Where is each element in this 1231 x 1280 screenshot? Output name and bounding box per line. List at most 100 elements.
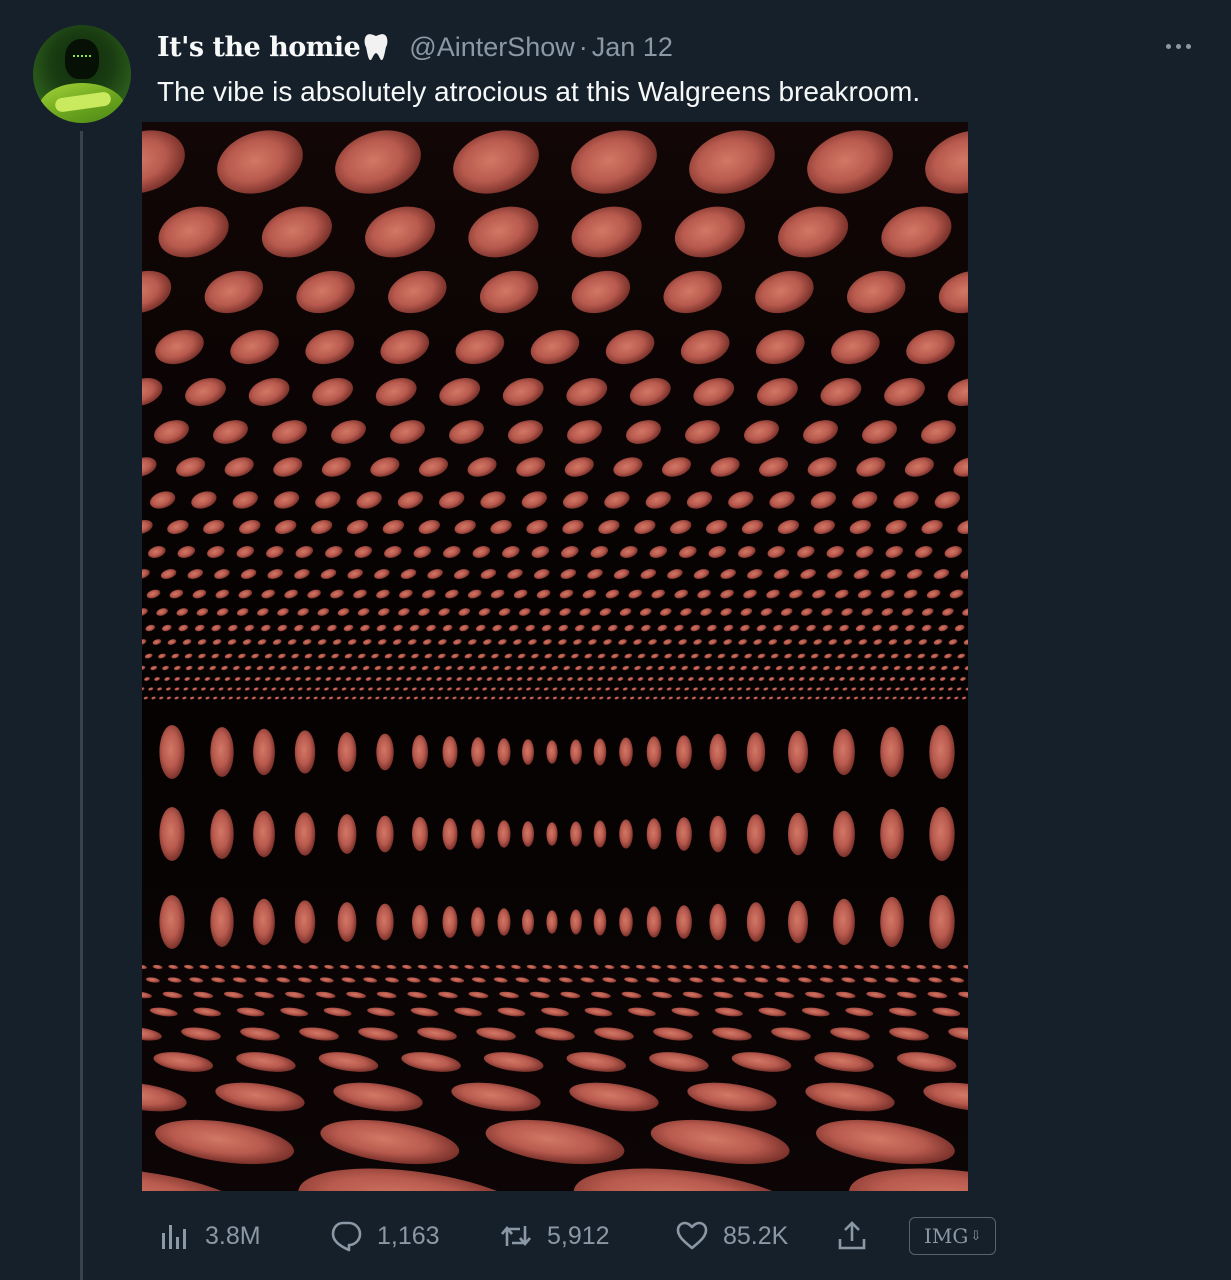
face-tile [159, 807, 185, 861]
reply-icon [331, 1221, 362, 1252]
retweet-icon [501, 1225, 531, 1247]
tweet: It's the homie @AinterShow · Jan 12 The … [0, 0, 1231, 1280]
face-tile [880, 808, 904, 860]
face-tile [337, 814, 357, 854]
face-tile [376, 733, 394, 771]
face-tile [210, 897, 234, 947]
face-tile [159, 725, 185, 779]
tooth-icon [363, 32, 389, 62]
face-tile [337, 732, 357, 772]
face-tile [833, 728, 855, 776]
face-tile [497, 738, 511, 766]
face-tile [442, 906, 458, 938]
face-tile [294, 730, 316, 774]
like-button[interactable]: 85.2K [675, 1219, 835, 1253]
views-button[interactable]: 3.8M [157, 1219, 329, 1253]
face-tile [788, 730, 808, 774]
avatar[interactable] [33, 25, 131, 123]
face-tile [412, 904, 428, 940]
heart-icon [676, 1221, 708, 1250]
action-bar: 3.8M 1,163 5,912 85.2K IMG ⇩ [157, 1210, 997, 1262]
face-tile [709, 903, 727, 941]
face-tile [337, 902, 357, 942]
face-tile [294, 900, 316, 944]
face-tile [619, 819, 633, 849]
face-tile [471, 819, 485, 849]
face-tile [880, 896, 904, 948]
face-tile [619, 907, 633, 937]
face-tile [570, 739, 582, 765]
face-tile [746, 732, 766, 772]
face-tile [471, 737, 485, 767]
thread-line [80, 131, 83, 1280]
share-button[interactable] [835, 1219, 905, 1253]
face-tile [570, 909, 582, 935]
face-tile [442, 736, 458, 768]
face-tile [546, 740, 558, 764]
face-tile [709, 815, 727, 853]
tweet-text: The vibe is absolutely atrocious at this… [157, 76, 921, 107]
face-tile [709, 733, 727, 771]
face-tile [546, 822, 558, 846]
face-tile [253, 728, 275, 776]
face-tile [522, 909, 534, 935]
tweet-date[interactable]: Jan 12 [592, 32, 673, 63]
media-scene [142, 122, 968, 1191]
face-tile [522, 739, 534, 765]
face-tile [522, 821, 534, 847]
retweet-button[interactable]: 5,912 [499, 1219, 675, 1253]
face-tile [788, 900, 808, 944]
face-tile [253, 810, 275, 858]
display-name[interactable]: It's the homie [157, 32, 361, 63]
face-tile [746, 902, 766, 942]
analytics-icon [162, 1225, 186, 1249]
avatar-eyes [73, 55, 91, 59]
face-tile [746, 814, 766, 854]
face-tile [593, 820, 607, 848]
face-tile [471, 907, 485, 937]
separator: · [578, 31, 588, 62]
reply-count: 1,163 [377, 1221, 440, 1250]
face-tile [676, 735, 692, 769]
tweet-media-image[interactable] [142, 122, 968, 1191]
face-tile [294, 812, 316, 856]
face-tile [497, 820, 511, 848]
face-tile [376, 903, 394, 941]
tweet-header: It's the homie @AinterShow · Jan 12 [157, 30, 673, 64]
face-tile [593, 738, 607, 766]
face-tile [442, 818, 458, 850]
face-tile [210, 727, 234, 777]
retweet-count: 5,912 [547, 1221, 610, 1250]
face-tile [788, 812, 808, 856]
share-icon [838, 1221, 866, 1250]
face-tile [210, 809, 234, 859]
like-count: 85.2K [723, 1221, 789, 1250]
face-tile [646, 736, 662, 768]
face-tile [159, 895, 185, 949]
avatar-head [65, 39, 99, 79]
face-tile [253, 898, 275, 946]
face-tile [833, 810, 855, 858]
face-tile [929, 725, 955, 779]
face-tile [646, 818, 662, 850]
handle[interactable]: @AinterShow [409, 32, 574, 63]
face-tile [497, 908, 511, 936]
face-tile [833, 898, 855, 946]
face-tile [929, 895, 955, 949]
face-tile [570, 821, 582, 847]
face-tile [619, 737, 633, 767]
face-tile [676, 905, 692, 939]
face-tile [593, 908, 607, 936]
face-tile [376, 815, 394, 853]
face-tile [412, 816, 428, 852]
img-badge-label: IMG [924, 1224, 969, 1248]
views-count: 3.8M [205, 1221, 261, 1250]
face-tile [546, 910, 558, 934]
img-download-badge[interactable]: IMG ⇩ [909, 1217, 997, 1255]
face-tile [412, 734, 428, 770]
reply-button[interactable]: 1,163 [329, 1219, 499, 1253]
face-tile [929, 807, 955, 861]
more-options-icon[interactable] [1160, 36, 1196, 56]
face-tile [646, 906, 662, 938]
download-arrow-icon: ⇩ [970, 1228, 982, 1244]
